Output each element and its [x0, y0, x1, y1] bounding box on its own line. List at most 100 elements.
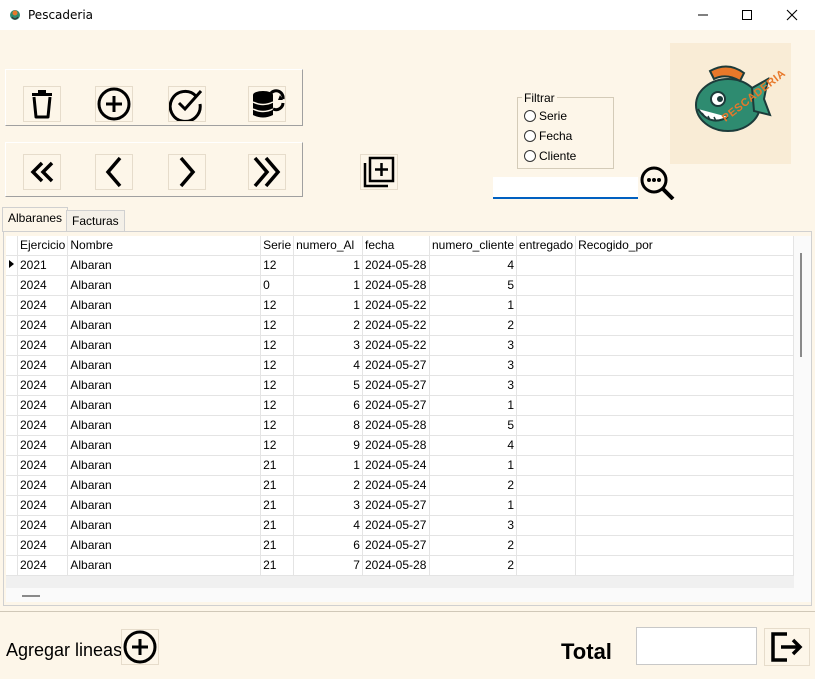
table-cell[interactable]: 4 [293, 515, 363, 536]
table-cell[interactable]: 2024-05-22 [362, 295, 430, 316]
table-cell[interactable]: 2024-05-28 [362, 435, 430, 456]
table-cell[interactable]: Albaran [67, 335, 262, 356]
table-cell[interactable]: Albaran [67, 515, 262, 536]
table-cell[interactable]: 2024 [17, 315, 69, 336]
table-cell[interactable] [575, 515, 794, 536]
close-button[interactable] [769, 0, 815, 30]
table-cell[interactable]: 2024 [17, 435, 69, 456]
table-row[interactable]: 2024 Albaran 12 1 2024-05-22 1 [6, 295, 794, 316]
table-cell[interactable]: 5 [429, 415, 518, 436]
table-cell[interactable]: Albaran [67, 315, 262, 336]
table-row[interactable]: 2024 Albaran 12 9 2024-05-28 4 [6, 435, 794, 456]
table-cell[interactable]: 5 [429, 275, 518, 296]
sync-database-button[interactable] [248, 86, 286, 122]
table-cell[interactable] [516, 415, 577, 436]
maximize-button[interactable] [724, 0, 770, 30]
table-cell[interactable]: 12 [260, 415, 295, 436]
column-header[interactable]: Ejercicio [17, 236, 69, 256]
row-header[interactable] [6, 295, 18, 316]
table-row[interactable]: 2024 Albaran 21 6 2024-05-27 2 [6, 535, 794, 556]
table-cell[interactable]: 12 [260, 255, 295, 276]
table-cell[interactable]: 2 [429, 315, 518, 336]
table-cell[interactable] [516, 515, 577, 536]
next-record-button[interactable] [168, 154, 206, 190]
row-header[interactable] [6, 375, 18, 396]
row-header[interactable] [6, 275, 18, 296]
table-cell[interactable]: 2024 [17, 295, 69, 316]
table-cell[interactable]: 12 [260, 395, 295, 416]
table-cell[interactable]: 2024-05-28 [362, 255, 430, 276]
table-row[interactable]: 2024 Albaran 12 5 2024-05-27 3 [6, 375, 794, 396]
table-cell[interactable]: 3 [293, 495, 363, 516]
table-row[interactable]: 2024 Albaran 21 1 2024-05-24 1 [6, 455, 794, 476]
table-cell[interactable]: 3 [429, 375, 518, 396]
table-cell[interactable]: 2 [293, 315, 363, 336]
row-header[interactable] [6, 555, 18, 576]
table-cell[interactable]: 12 [260, 295, 295, 316]
table-cell[interactable]: 4 [429, 255, 518, 276]
table-cell[interactable]: Albaran [67, 475, 262, 496]
table-cell[interactable]: 21 [260, 555, 295, 576]
table-cell[interactable]: 2024-05-27 [362, 495, 430, 516]
table-cell[interactable]: Albaran [67, 455, 262, 476]
table-cell[interactable]: 2024 [17, 395, 69, 416]
table-cell[interactable]: 21 [260, 475, 295, 496]
column-header[interactable]: Serie [260, 236, 295, 256]
table-cell[interactable]: 5 [293, 375, 363, 396]
table-cell[interactable] [516, 255, 577, 276]
agregar-lineas-button[interactable] [121, 629, 159, 665]
table-row[interactable]: 2024 Albaran 12 8 2024-05-28 5 [6, 415, 794, 436]
filter-option-fecha[interactable]: Fecha [524, 129, 572, 143]
table-cell[interactable]: 2024-05-27 [362, 535, 430, 556]
radio-button[interactable] [524, 150, 536, 162]
table-cell[interactable]: 2024-05-24 [362, 455, 430, 476]
table-cell[interactable]: 2024 [17, 515, 69, 536]
table-cell[interactable] [575, 535, 794, 556]
table-cell[interactable]: 2 [429, 535, 518, 556]
first-record-button[interactable] [23, 154, 61, 190]
table-cell[interactable]: 2024 [17, 375, 69, 396]
table-cell[interactable]: 1 [293, 295, 363, 316]
table-cell[interactable]: 1 [429, 395, 518, 416]
table-row[interactable]: 2024 Albaran 21 7 2024-05-28 2 [6, 555, 794, 576]
table-row[interactable]: 2024 Albaran 12 2 2024-05-22 2 [6, 315, 794, 336]
vertical-scroll-thumb[interactable] [800, 253, 802, 357]
table-cell[interactable] [516, 455, 577, 476]
table-cell[interactable] [516, 335, 577, 356]
table-cell[interactable]: 2024-05-24 [362, 475, 430, 496]
table-cell[interactable]: 2024 [17, 355, 69, 376]
table-cell[interactable]: 2 [293, 475, 363, 496]
table-cell[interactable]: 3 [429, 335, 518, 356]
table-cell[interactable]: 4 [429, 435, 518, 456]
filter-option-serie[interactable]: Serie [524, 109, 567, 123]
row-header[interactable] [6, 415, 18, 436]
table-cell[interactable]: 12 [260, 335, 295, 356]
table-row[interactable]: 2021 Albaran 12 1 2024-05-28 4 [6, 255, 794, 276]
table-row[interactable]: 2024 Albaran 12 4 2024-05-27 3 [6, 355, 794, 376]
table-cell[interactable] [516, 355, 577, 376]
previous-record-button[interactable] [95, 154, 133, 190]
table-cell[interactable]: Albaran [67, 255, 262, 276]
table-cell[interactable]: Albaran [67, 435, 262, 456]
table-cell[interactable] [516, 535, 577, 556]
tab-facturas[interactable]: Facturas [66, 210, 125, 232]
table-cell[interactable]: 3 [429, 515, 518, 536]
table-cell[interactable]: 7 [293, 555, 363, 576]
tab-albaranes[interactable]: Albaranes [2, 207, 69, 232]
table-cell[interactable]: 2024 [17, 335, 69, 356]
table-cell[interactable]: 1 [293, 275, 363, 296]
table-cell[interactable]: 6 [293, 395, 363, 416]
table-cell[interactable] [516, 495, 577, 516]
row-header[interactable] [6, 515, 18, 536]
table-row[interactable]: 2024 Albaran 21 2 2024-05-24 2 [6, 475, 794, 496]
last-record-button[interactable] [248, 154, 286, 190]
table-cell[interactable]: 1 [293, 255, 363, 276]
delete-button[interactable] [23, 86, 61, 122]
table-cell[interactable] [516, 295, 577, 316]
column-header[interactable]: entregado [516, 236, 577, 256]
table-cell[interactable]: 4 [293, 355, 363, 376]
table-cell[interactable]: 2024-05-27 [362, 515, 430, 536]
row-header[interactable] [6, 355, 18, 376]
table-cell[interactable]: 2024-05-27 [362, 395, 430, 416]
row-header[interactable] [6, 335, 18, 356]
